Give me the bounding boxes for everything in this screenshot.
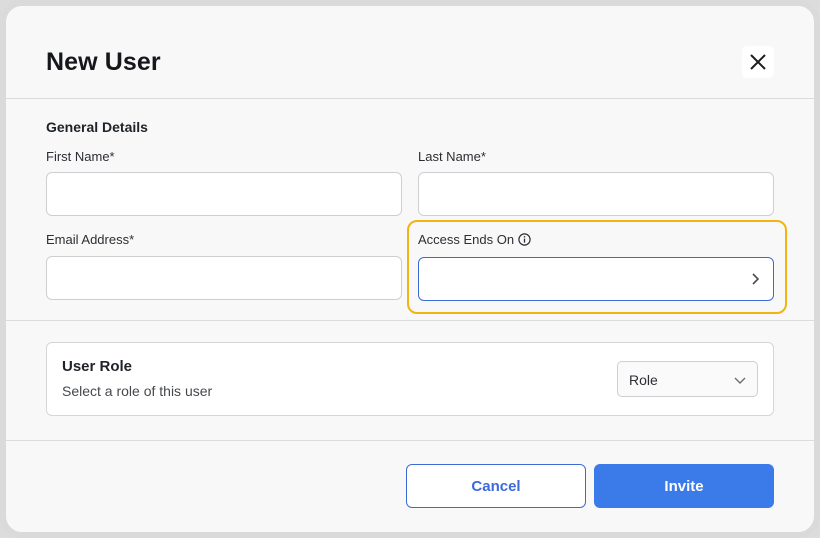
access-ends-label-row: Access Ends On [418, 232, 531, 247]
info-icon[interactable] [518, 233, 531, 246]
close-icon [750, 54, 766, 70]
dialog-header: New User [6, 6, 814, 98]
access-ends-label: Access Ends On [418, 232, 515, 247]
close-button[interactable] [742, 46, 774, 78]
chevron-down-icon [734, 377, 746, 384]
new-user-dialog: New User General Details First Name* Las… [0, 0, 820, 538]
cancel-button[interactable]: Cancel [406, 464, 586, 508]
user-role-description: Select a role of this user [62, 383, 213, 399]
chevron-right-icon [752, 273, 760, 285]
first-name-input[interactable] [46, 172, 402, 216]
email-address-label: Email Address* [46, 232, 135, 247]
dialog-title: New User [46, 48, 161, 76]
email-address-input[interactable] [46, 256, 402, 300]
role-select-value: Role [629, 372, 658, 388]
last-name-label: Last Name* [418, 149, 486, 164]
last-name-input[interactable] [418, 172, 774, 216]
role-select[interactable]: Role [617, 361, 758, 397]
user-role-title: User Role [62, 358, 133, 375]
invite-button[interactable]: Invite [594, 464, 774, 508]
cancel-button-label: Cancel [471, 477, 521, 495]
section-divider [6, 320, 814, 321]
user-role-card: User Role Select a role of this user Rol… [46, 342, 774, 416]
first-name-label: First Name* [46, 149, 115, 164]
invite-button-label: Invite [664, 477, 704, 495]
header-divider [6, 98, 814, 99]
access-ends-date-input[interactable] [418, 257, 774, 301]
section-title-general-details: General Details [46, 119, 148, 135]
footer-divider [6, 440, 814, 441]
